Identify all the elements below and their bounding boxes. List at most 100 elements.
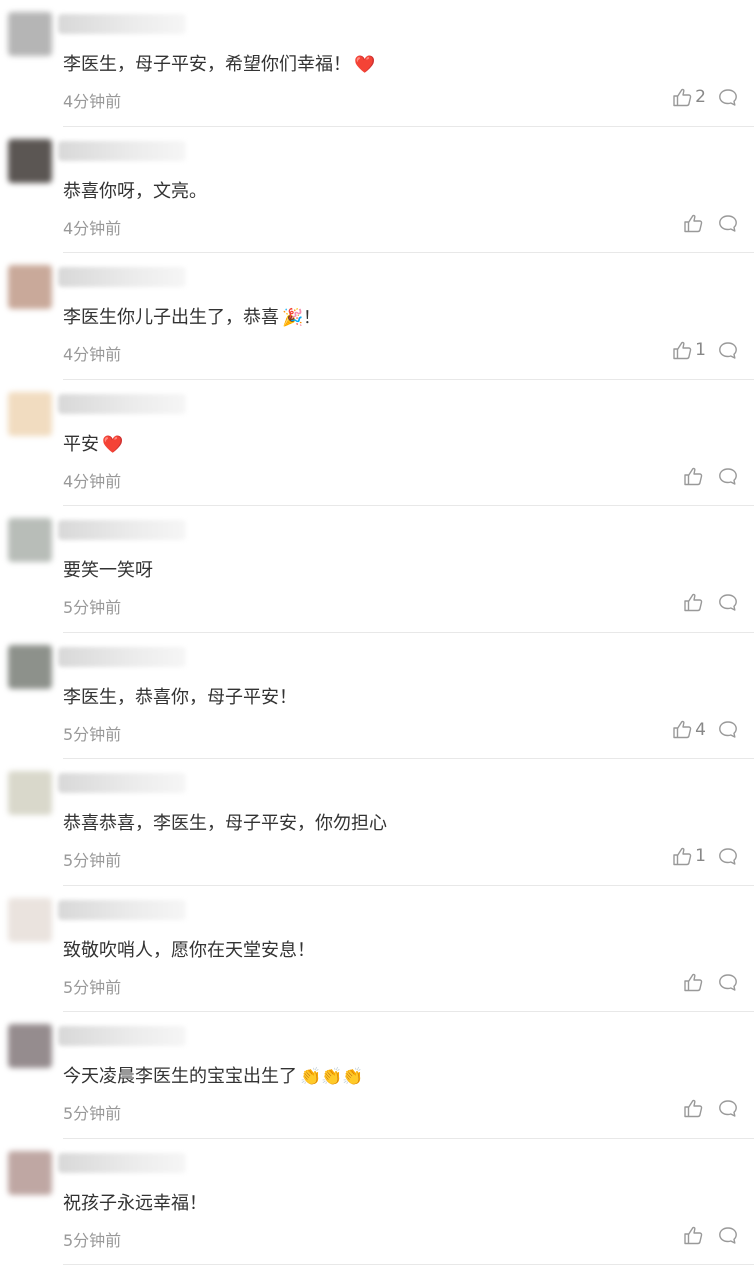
comment-body: 今天凌晨李医生的宝宝出生了 [63,1066,297,1087]
like-button[interactable] [683,593,706,612]
like-button[interactable] [683,467,706,486]
comment-actions [683,973,738,992]
comment-item: 李医生，恭喜你，母子平安！ 5分钟前 4 [0,633,754,760]
comment-bubble-icon [718,593,738,612]
comment-body: 恭喜你呀，文亮。 [63,181,207,202]
reply-button[interactable] [718,593,738,612]
comment-item: 今天凌晨李医生的宝宝出生了👏👏👏 5分钟前 [0,1012,754,1139]
reply-button[interactable] [718,847,738,866]
avatar[interactable] [8,518,52,562]
username-blurred[interactable] [58,141,186,161]
reply-button[interactable] [718,341,738,360]
avatar[interactable] [8,771,52,815]
comment-item: 祝孩子永远幸福！ 5分钟前 [0,1139,754,1265]
username-blurred[interactable] [58,520,186,540]
comment-text: 李医生，母子平安，希望你们幸福！❤️ [63,50,375,76]
comment-text: 李医生，恭喜你，母子平安！ [63,683,300,709]
avatar[interactable] [8,898,52,942]
comment-time: 5分钟前 [63,847,121,871]
comment-body: 要笑一笑呀 [63,560,153,581]
avatar[interactable] [8,139,52,183]
comment-body: 李医生，恭喜你，母子平安！ [63,687,297,708]
username-blurred[interactable] [58,1026,186,1046]
comment-actions: 4 [672,720,738,740]
comment-actions [683,214,738,233]
comment-text: 恭喜恭喜，李医生，母子平安，你勿担心 [63,809,390,835]
comment-actions [683,1099,738,1118]
comment-time: 5分钟前 [63,974,121,998]
avatar[interactable] [8,265,52,309]
reply-button[interactable] [718,720,738,739]
comment-text: 李医生你儿子出生了，恭喜🎉！ [63,303,320,329]
avatar[interactable] [8,12,52,56]
reply-button[interactable] [718,973,738,992]
username-blurred[interactable] [58,394,186,414]
comment-time: 5分钟前 [63,1227,121,1251]
username-blurred[interactable] [58,14,186,34]
like-button[interactable]: 4 [672,720,706,740]
thumbs-up-icon [683,973,703,992]
like-button[interactable]: 2 [672,87,706,107]
comment-actions [683,467,738,486]
reply-button[interactable] [718,467,738,486]
comment-actions [683,593,738,612]
comment-text: 祝孩子永远幸福！ [63,1189,210,1215]
comment-emoji: 🎉！ [282,308,320,328]
comment-body: 平安 [63,434,99,455]
comment-item: 要笑一笑呀 5分钟前 [0,506,754,633]
avatar[interactable] [8,392,52,436]
comment-bubble-icon [718,341,738,360]
reply-button[interactable] [718,88,738,107]
thumbs-up-icon [672,341,692,360]
username-blurred[interactable] [58,1153,186,1173]
username-blurred[interactable] [58,900,186,920]
comment-emoji: ❤️ [354,55,375,75]
comment-time: 4分钟前 [63,88,121,112]
like-button[interactable] [683,1226,706,1245]
comment-bubble-icon [718,1226,738,1245]
thumbs-up-icon [683,214,703,233]
comment-text: 致敬吹哨人，愿你在天堂安息！ [63,936,318,962]
comment-emoji: ❤️ [102,435,123,455]
like-button[interactable]: 1 [672,846,706,866]
reply-button[interactable] [718,1226,738,1245]
comment-bubble-icon [718,1099,738,1118]
username-blurred[interactable] [58,267,186,287]
username-blurred[interactable] [58,647,186,667]
like-count: 1 [695,846,706,866]
comment-text: 恭喜你呀，文亮。 [63,177,210,203]
comment-body: 恭喜恭喜，李医生，母子平安，你勿担心 [63,813,387,834]
avatar[interactable] [8,1024,52,1068]
comment-bubble-icon [718,720,738,739]
comment-actions: 2 [672,87,738,107]
like-button[interactable] [683,1099,706,1118]
comment-item: 李医生你儿子出生了，恭喜🎉！ 4分钟前 1 [0,253,754,380]
comment-actions: 1 [672,340,738,360]
comment-actions: 1 [672,846,738,866]
comment-item: 恭喜恭喜，李医生，母子平安，你勿担心 5分钟前 1 [0,759,754,886]
thumbs-up-icon [672,720,692,739]
thumbs-up-icon [683,467,703,486]
comment-item: 恭喜你呀，文亮。 4分钟前 [0,127,754,254]
like-button[interactable] [683,973,706,992]
comment-text: 要笑一笑呀 [63,556,156,582]
comment-bubble-icon [718,88,738,107]
comment-time: 5分钟前 [63,721,121,745]
comment-bubble-icon [718,973,738,992]
comment-item: 平安❤️ 4分钟前 [0,380,754,507]
thumbs-up-icon [683,593,703,612]
thumbs-up-icon [672,847,692,866]
comment-time: 4分钟前 [63,215,121,239]
like-button[interactable]: 1 [672,340,706,360]
thumbs-up-icon [683,1226,703,1245]
avatar[interactable] [8,1151,52,1195]
like-button[interactable] [683,214,706,233]
comment-body: 李医生，母子平安，希望你们幸福！ [63,54,351,75]
reply-button[interactable] [718,214,738,233]
thumbs-up-icon [672,88,692,107]
reply-button[interactable] [718,1099,738,1118]
comment-time: 4分钟前 [63,468,121,492]
comment-actions [683,1226,738,1245]
username-blurred[interactable] [58,773,186,793]
avatar[interactable] [8,645,52,689]
